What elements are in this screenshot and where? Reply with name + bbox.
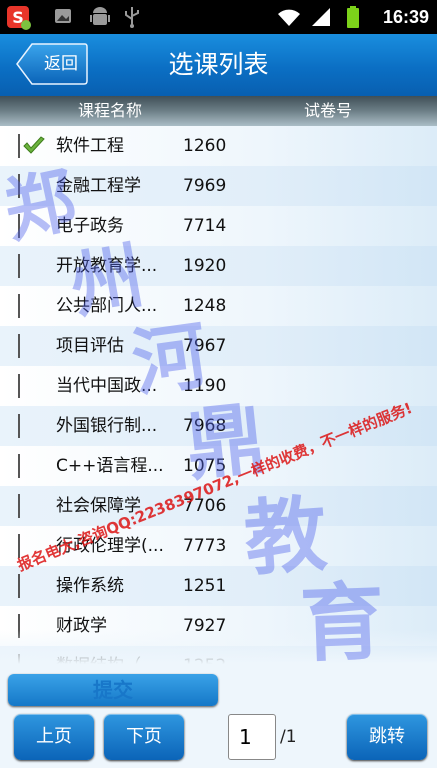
row-checkbox[interactable]	[18, 534, 42, 558]
course-name: 项目评估	[56, 336, 124, 356]
course-name: 金融工程学	[56, 176, 141, 196]
table-row[interactable]: 当代中国政... 1190	[0, 366, 437, 407]
course-name: 财政学	[56, 616, 107, 636]
sogou-icon: S	[6, 5, 32, 30]
row-checkbox[interactable]	[18, 494, 42, 518]
table-row[interactable]: 行政伦理学(... 7773	[0, 526, 437, 567]
exam-number: 7927	[183, 616, 227, 636]
course-name: 开放教育学...	[56, 256, 158, 276]
page-number-input[interactable]	[228, 714, 276, 760]
row-checkbox[interactable]	[18, 414, 42, 438]
signal-icon	[310, 5, 334, 29]
exam-number: 1190	[183, 376, 227, 396]
row-checkbox[interactable]	[18, 254, 42, 278]
table-row[interactable]: 外国银行制... 7968	[0, 406, 437, 447]
exam-number: 1075	[183, 456, 227, 476]
prev-page-button[interactable]: 上页	[14, 714, 94, 760]
jump-button[interactable]: 跳转	[347, 714, 427, 760]
column-header-course-name: 课程名称	[78, 101, 143, 120]
exam-number: 7967	[183, 336, 227, 356]
exam-number: 7773	[183, 536, 227, 556]
course-name: 当代中国政...	[56, 376, 158, 396]
table-row[interactable]: 开放教育学... 1920	[0, 246, 437, 287]
page-total: /1	[280, 727, 297, 747]
row-checkbox[interactable]	[18, 214, 42, 238]
clock: 16:39	[382, 7, 429, 27]
course-name: 软件工程	[56, 136, 124, 156]
gallery-icon	[52, 5, 76, 29]
table-row[interactable]: 金融工程学 7969	[0, 166, 437, 207]
row-checkbox[interactable]	[18, 174, 42, 198]
column-header-exam-number: 试卷号	[304, 101, 353, 120]
status-bar: S 16:39	[0, 0, 437, 34]
row-checkbox[interactable]	[18, 134, 45, 158]
table-header: 课程名称 试卷号	[0, 96, 437, 126]
table-row[interactable]: 公共部门人... 1248	[0, 286, 437, 327]
table-row[interactable]: C++语言程... 1075	[0, 446, 437, 487]
row-checkbox[interactable]	[18, 614, 42, 638]
row-checkbox[interactable]	[18, 294, 42, 318]
exam-number: 7706	[183, 496, 227, 516]
course-name: 公共部门人...	[56, 296, 158, 316]
table-row[interactable]: 软件工程 1260	[0, 126, 437, 167]
row-checkbox[interactable]	[18, 374, 42, 398]
row-checkbox[interactable]	[18, 654, 42, 664]
table-row[interactable]: 项目评估 7967	[0, 326, 437, 367]
table-row[interactable]: 社会保障学 7706	[0, 486, 437, 527]
title-bar: 返回 选课列表	[0, 34, 437, 98]
course-list[interactable]: 软件工程 1260 金融工程学 7969 电子政务 7714 开放教育学... 1920 公共部…	[0, 126, 437, 664]
battery-icon	[345, 5, 363, 29]
course-name: 社会保障学	[56, 496, 141, 516]
next-page-button[interactable]: 下页	[104, 714, 184, 760]
row-checkbox[interactable]	[18, 334, 42, 358]
course-name: C++语言程...	[56, 456, 164, 476]
table-row[interactable]: 电子政务 7714	[0, 206, 437, 247]
back-button[interactable]: 返回	[16, 42, 88, 86]
exam-number: 1251	[183, 576, 227, 596]
usb-icon	[122, 5, 142, 29]
exam-number: 7968	[183, 416, 227, 436]
wifi-icon	[276, 5, 302, 29]
exam-number: 1252	[183, 646, 226, 664]
exam-number: 7714	[183, 216, 227, 236]
course-name: 行政伦理学(...	[56, 536, 164, 556]
table-row[interactable]: 财政学 7927	[0, 606, 437, 647]
course-name: 外国银行制...	[56, 416, 158, 436]
exam-number: 1920	[183, 256, 227, 276]
back-button-label: 返回	[44, 54, 78, 74]
checkmark-icon	[23, 136, 45, 154]
submit-button-label: 提交	[93, 678, 133, 702]
table-row[interactable]: 数据结构（... 1252	[0, 646, 437, 664]
exam-number: 7969	[183, 176, 227, 196]
table-row[interactable]: 操作系统 1251	[0, 566, 437, 607]
row-checkbox[interactable]	[18, 574, 42, 598]
course-name: 电子政务	[56, 216, 124, 236]
course-name: 操作系统	[56, 576, 124, 596]
exam-number: 1248	[183, 296, 227, 316]
exam-number: 1260	[183, 136, 227, 156]
android-debug-icon	[88, 5, 112, 29]
row-checkbox[interactable]	[18, 454, 42, 478]
submit-button[interactable]: 提交	[8, 674, 218, 706]
course-name: 数据结构（...	[56, 646, 157, 664]
